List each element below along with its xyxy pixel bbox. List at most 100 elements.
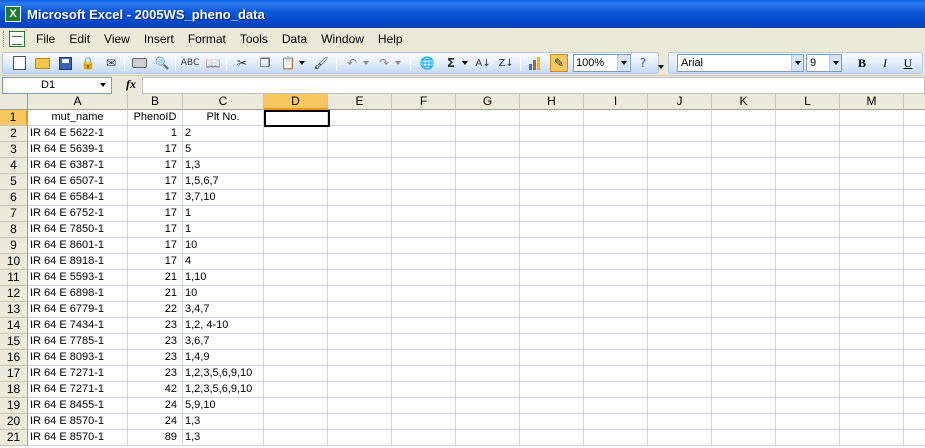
cell-empty[interactable] [392, 414, 456, 430]
cell-empty[interactable] [904, 126, 925, 142]
cell-empty[interactable] [904, 254, 925, 270]
cell-empty[interactable] [648, 110, 712, 126]
cell-empty[interactable] [328, 238, 392, 254]
cell-empty[interactable] [776, 350, 840, 366]
cell-empty[interactable] [904, 142, 925, 158]
row-header[interactable]: 1 [0, 110, 28, 126]
menu-help[interactable]: Help [371, 29, 410, 49]
cell-empty[interactable] [456, 126, 520, 142]
menu-file[interactable]: File [29, 29, 62, 49]
cell-c21[interactable]: 1,3 [183, 430, 264, 446]
font-dropdown-icon[interactable] [791, 55, 803, 71]
cell-empty[interactable] [712, 190, 776, 206]
cell-empty[interactable] [904, 174, 925, 190]
cell-c18[interactable]: 1,2,3,5,6,9,10 [183, 382, 264, 398]
paste-dropdown-icon[interactable] [297, 54, 307, 72]
cell-empty[interactable] [648, 222, 712, 238]
column-header-g[interactable]: G [456, 94, 520, 110]
cell-empty[interactable] [712, 366, 776, 382]
cell-empty[interactable] [264, 126, 328, 142]
cell-b3[interactable]: 17 [128, 142, 183, 158]
cell-empty[interactable] [712, 350, 776, 366]
document-icon[interactable] [9, 31, 25, 47]
cell-empty[interactable] [776, 110, 840, 126]
cell-empty[interactable] [904, 110, 925, 126]
cell-empty[interactable] [712, 238, 776, 254]
cell-empty[interactable] [840, 158, 904, 174]
cell-empty[interactable] [904, 382, 925, 398]
cell-empty[interactable] [584, 318, 648, 334]
cell-empty[interactable] [392, 350, 456, 366]
column-header-h[interactable]: H [520, 94, 584, 110]
cell-a5[interactable]: IR 64 E 6507-1 [28, 174, 128, 190]
excel-app-icon[interactable]: X [5, 6, 21, 22]
cell-empty[interactable] [392, 318, 456, 334]
cell-empty[interactable] [392, 126, 456, 142]
cell-empty[interactable] [840, 110, 904, 126]
cell-empty[interactable] [584, 286, 648, 302]
cell-empty[interactable] [328, 302, 392, 318]
cell-empty[interactable] [904, 190, 925, 206]
cell-empty[interactable] [776, 318, 840, 334]
cell-empty[interactable] [392, 110, 456, 126]
cell-empty[interactable] [392, 206, 456, 222]
cell-c15[interactable]: 3,6,7 [183, 334, 264, 350]
select-all-button[interactable] [0, 94, 28, 110]
cell-empty[interactable] [520, 382, 584, 398]
cell-empty[interactable] [648, 414, 712, 430]
menu-data[interactable]: Data [275, 29, 314, 49]
cell-empty[interactable] [328, 398, 392, 414]
cell-empty[interactable] [264, 238, 328, 254]
cell-empty[interactable] [456, 174, 520, 190]
cell-a12[interactable]: IR 64 E 6898-1 [28, 286, 128, 302]
cell-empty[interactable] [328, 190, 392, 206]
permission-icon[interactable]: 🔒 [79, 54, 97, 72]
cell-empty[interactable] [520, 190, 584, 206]
cell-empty[interactable] [456, 414, 520, 430]
font-name-select[interactable]: Arial [677, 54, 804, 72]
cell-empty[interactable] [840, 430, 904, 446]
cell-empty[interactable] [456, 110, 520, 126]
cell-c10[interactable]: 4 [183, 254, 264, 270]
row-header[interactable]: 4 [0, 158, 28, 174]
cell-empty[interactable] [456, 398, 520, 414]
autosum-dropdown-icon[interactable] [460, 54, 470, 72]
cell-c5[interactable]: 1,5,6,7 [183, 174, 264, 190]
cell-empty[interactable] [840, 190, 904, 206]
cell-empty[interactable] [648, 174, 712, 190]
cell-empty[interactable] [648, 366, 712, 382]
row-header[interactable]: 6 [0, 190, 28, 206]
cell-empty[interactable] [648, 190, 712, 206]
underline-button[interactable]: U [899, 55, 917, 71]
cell-empty[interactable] [584, 302, 648, 318]
cell-empty[interactable] [712, 414, 776, 430]
cell-empty[interactable] [520, 206, 584, 222]
cell-empty[interactable] [520, 174, 584, 190]
row-header[interactable]: 14 [0, 318, 28, 334]
cell-empty[interactable] [904, 158, 925, 174]
cell-empty[interactable] [264, 318, 328, 334]
menu-grip[interactable] [3, 31, 6, 47]
cell-empty[interactable] [712, 206, 776, 222]
cell-empty[interactable] [712, 222, 776, 238]
cell-empty[interactable] [520, 254, 584, 270]
cell-a10[interactable]: IR 64 E 8918-1 [28, 254, 128, 270]
cell-c17[interactable]: 1,2,3,5,6,9,10 [183, 366, 264, 382]
cell-empty[interactable] [584, 174, 648, 190]
cell-empty[interactable] [392, 286, 456, 302]
cell-empty[interactable] [456, 158, 520, 174]
cell-empty[interactable] [904, 366, 925, 382]
cell-empty[interactable] [776, 334, 840, 350]
drawing-icon[interactable]: ✎ [550, 54, 568, 72]
format-painter-icon[interactable]: 🖌 [312, 54, 330, 72]
cell-empty[interactable] [712, 142, 776, 158]
cell-empty[interactable] [904, 398, 925, 414]
column-header-j[interactable]: J [648, 94, 712, 110]
cell-empty[interactable] [648, 254, 712, 270]
cell-empty[interactable] [328, 334, 392, 350]
cell-empty[interactable] [328, 366, 392, 382]
cell-b2[interactable]: 1 [128, 126, 183, 142]
cell-c9[interactable]: 10 [183, 238, 264, 254]
cell-empty[interactable] [840, 286, 904, 302]
cell-empty[interactable] [776, 238, 840, 254]
